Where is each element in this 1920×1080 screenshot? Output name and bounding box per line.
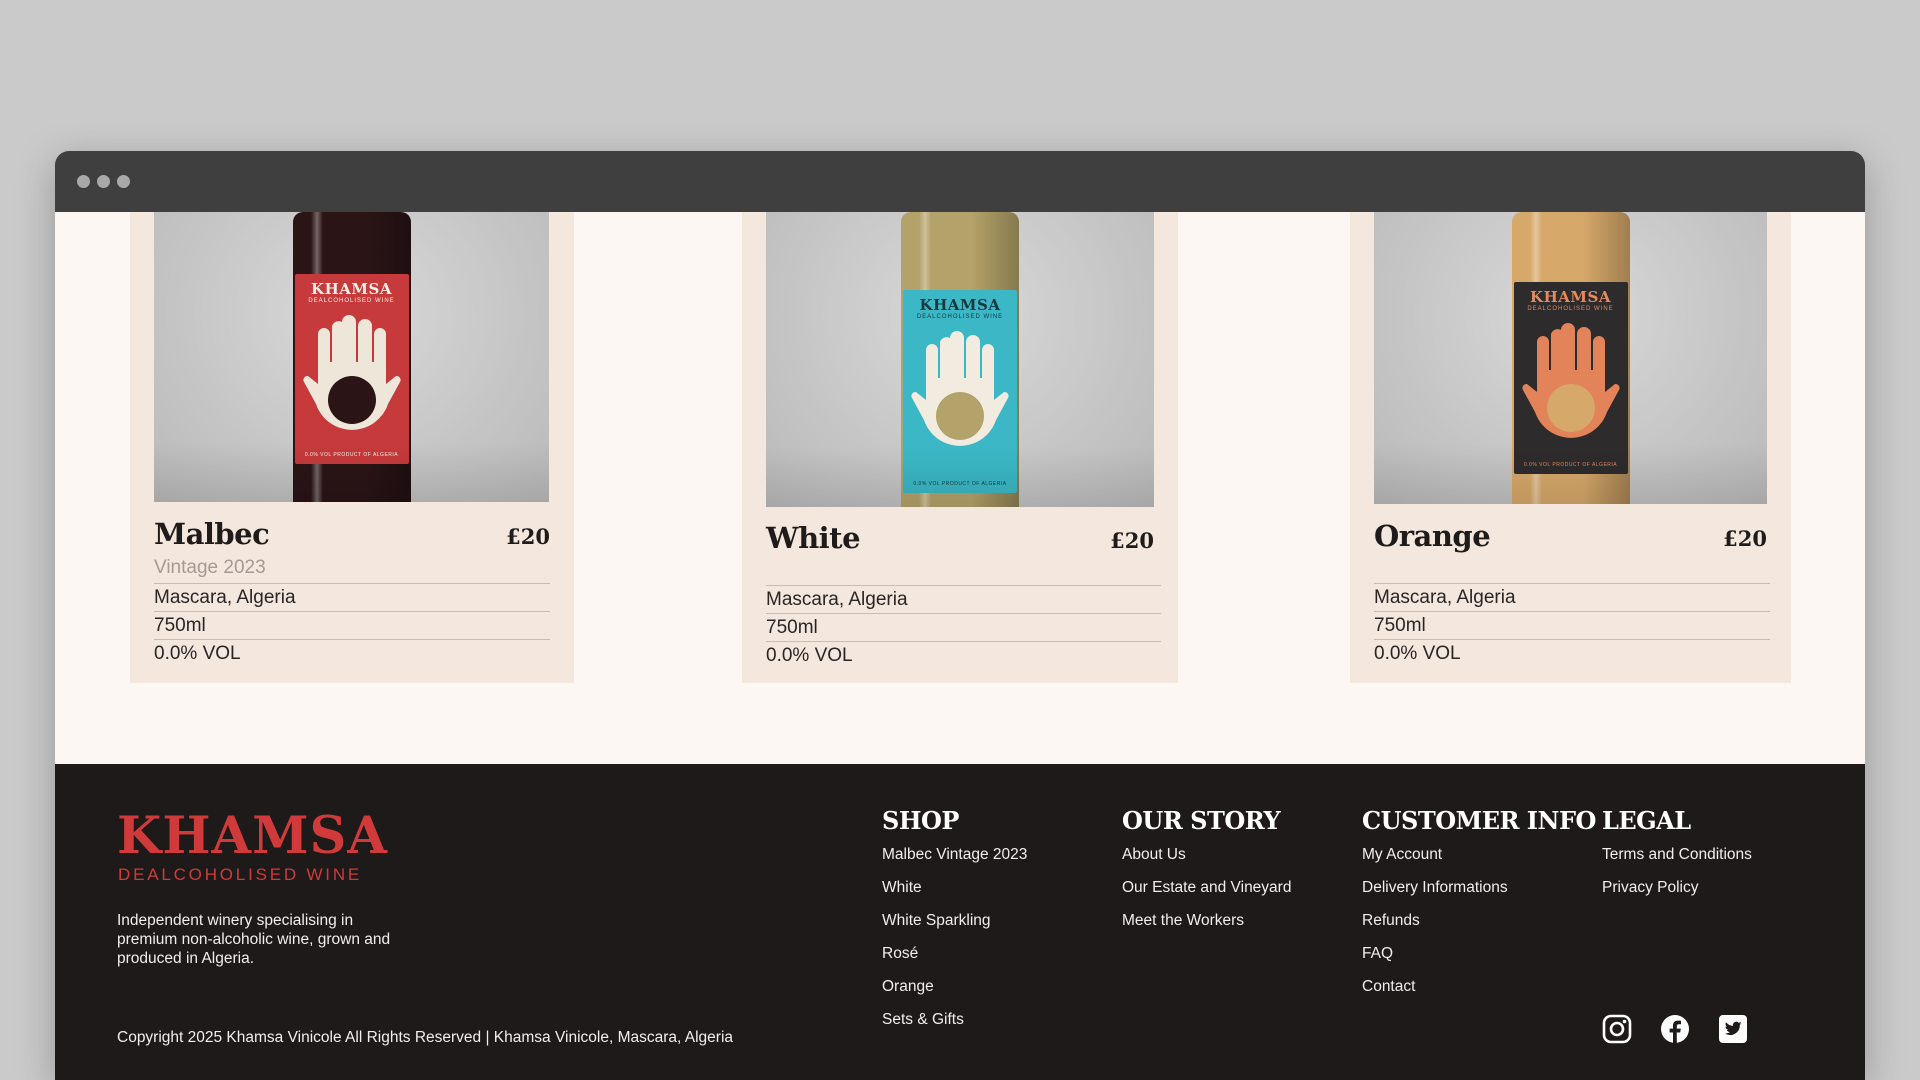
product-name[interactable]: Malbec	[154, 517, 270, 551]
product-image[interactable]: KHAMSA DEALCOHOLISED WINE 0.0% VOL PRODU…	[154, 212, 549, 502]
footer-logo-wordmark[interactable]: KHAMSA	[117, 806, 388, 866]
instagram-icon[interactable]	[1602, 1014, 1632, 1044]
product-image[interactable]: KHAMSA DEALCOHOLISED WINE 0.0% VOL PRODU…	[1374, 212, 1767, 504]
footer-column-title: OUR STORY	[1122, 806, 1281, 835]
hamsa-hand-icon	[1521, 323, 1620, 438]
footer-link-malbec[interactable]: Malbec Vintage 2023	[882, 845, 1027, 878]
site-footer: KHAMSA DEALCOHOLISED WINE Independent wi…	[55, 764, 1865, 1080]
footer-column-our-story: OUR STORY About Us Our Estate and Vineya…	[1122, 806, 1291, 944]
label-footer: 0.0% VOL PRODUCT OF ALGERIA	[1523, 462, 1618, 468]
label-subtitle: DEALCOHOLISED WINE	[1527, 306, 1614, 312]
product-vintage: Vintage 2023	[154, 557, 266, 578]
product-image[interactable]: KHAMSA DEALCOHOLISED WINE 0.0% VOL PRODU…	[766, 212, 1154, 507]
footer-column-title: LEGAL	[1602, 806, 1691, 835]
footer-link-contact[interactable]: Contact	[1362, 977, 1596, 1010]
product-name[interactable]: White	[766, 521, 861, 555]
product-price: £20	[1110, 528, 1154, 553]
footer-tagline: Independent winery specialising in premi…	[117, 912, 391, 967]
footer-link-my-account[interactable]: My Account	[1362, 845, 1596, 878]
twitter-icon[interactable]	[1718, 1014, 1748, 1044]
close-dot[interactable]	[77, 175, 90, 188]
footer-link-meet-workers[interactable]: Meet the Workers	[1122, 911, 1291, 944]
label-subtitle: DEALCOHOLISED WINE	[916, 314, 1004, 320]
bottle-label: KHAMSA DEALCOHOLISED WINE 0.0% VOL PRODU…	[1513, 282, 1628, 474]
product-spec-abv: 0.0% VOL	[1374, 639, 1770, 667]
label-footer: 0.0% VOL PRODUCT OF ALGERIA	[304, 452, 399, 458]
footer-link-sets-gifts[interactable]: Sets & Gifts	[882, 1010, 1027, 1043]
label-brand: KHAMSA	[1530, 288, 1611, 306]
product-spec-origin: Mascara, Algeria	[1374, 583, 1770, 611]
product-spec-origin: Mascara, Algeria	[766, 585, 1161, 613]
product-spec-abv: 0.0% VOL	[766, 641, 1161, 669]
facebook-icon[interactable]	[1660, 1014, 1690, 1044]
wine-bottle: KHAMSA DEALCOHOLISED WINE 0.0% VOL PRODU…	[292, 212, 411, 502]
product-spec-origin: Mascara, Algeria	[154, 583, 550, 611]
product-price: £20	[1723, 526, 1767, 551]
footer-link-refunds[interactable]: Refunds	[1362, 911, 1596, 944]
browser-window: KHAMSA DEALCOHOLISED WINE 0.0% VOL PRODU…	[55, 151, 1865, 1080]
label-footer: 0.0% VOL PRODUCT OF ALGERIA	[913, 481, 1007, 487]
hamsa-hand-icon	[911, 331, 1009, 446]
label-brand: KHAMSA	[919, 296, 1001, 314]
footer-column-title: SHOP	[882, 806, 959, 835]
footer-column-shop: SHOP Malbec Vintage 2023 White White Spa…	[882, 806, 1027, 1043]
footer-column-title: CUSTOMER INFO	[1362, 806, 1596, 835]
label-brand: KHAMSA	[311, 280, 392, 298]
product-card-orange[interactable]: KHAMSA DEALCOHOLISED WINE 0.0% VOL PRODU…	[1350, 212, 1791, 683]
footer-link-white[interactable]: White	[882, 878, 1027, 911]
footer-logo-subtitle: DEALCOHOLISED WINE	[118, 865, 363, 884]
footer-link-orange[interactable]: Orange	[882, 977, 1027, 1010]
hamsa-hand-icon	[302, 315, 401, 430]
footer-link-about-us[interactable]: About Us	[1122, 845, 1291, 878]
bottle-label: KHAMSA DEALCOHOLISED WINE 0.0% VOL PRODU…	[294, 274, 409, 464]
product-price: £20	[506, 524, 550, 549]
title-bar	[55, 151, 1865, 212]
product-section: KHAMSA DEALCOHOLISED WINE 0.0% VOL PRODU…	[55, 212, 1865, 764]
footer-column-customer-info: CUSTOMER INFO My Account Delivery Inform…	[1362, 806, 1596, 1010]
footer-link-estate-vineyard[interactable]: Our Estate and Vineyard	[1122, 878, 1291, 911]
product-name[interactable]: Orange	[1374, 519, 1491, 553]
footer-column-legal: LEGAL Terms and Conditions Privacy Polic…	[1602, 806, 1752, 911]
footer-link-privacy[interactable]: Privacy Policy	[1602, 878, 1752, 911]
product-card-malbec[interactable]: KHAMSA DEALCOHOLISED WINE 0.0% VOL PRODU…	[130, 212, 574, 683]
footer-link-terms[interactable]: Terms and Conditions	[1602, 845, 1752, 878]
footer-link-white-sparkling[interactable]: White Sparkling	[882, 911, 1027, 944]
product-spec-volume: 750ml	[1374, 611, 1770, 639]
wine-bottle: KHAMSA DEALCOHOLISED WINE 0.0% VOL PRODU…	[1511, 212, 1630, 504]
footer-link-faq[interactable]: FAQ	[1362, 944, 1596, 977]
minimize-dot[interactable]	[97, 175, 110, 188]
product-spec-abv: 0.0% VOL	[154, 639, 550, 667]
label-subtitle: DEALCOHOLISED WINE	[308, 298, 395, 304]
footer-link-delivery[interactable]: Delivery Informations	[1362, 878, 1596, 911]
bottle-label: KHAMSA DEALCOHOLISED WINE 0.0% VOL PRODU…	[903, 290, 1017, 493]
footer-copyright: Copyright 2025 Khamsa Vinicole All Right…	[117, 1029, 734, 1046]
window-controls	[77, 175, 130, 188]
footer-link-rose[interactable]: Rosé	[882, 944, 1027, 977]
product-spec-volume: 750ml	[766, 613, 1161, 641]
maximize-dot[interactable]	[117, 175, 130, 188]
wine-bottle: KHAMSA DEALCOHOLISED WINE 0.0% VOL PRODU…	[901, 212, 1019, 507]
product-spec-volume: 750ml	[154, 611, 550, 639]
product-card-white[interactable]: KHAMSA DEALCOHOLISED WINE 0.0% VOL PRODU…	[742, 212, 1178, 683]
